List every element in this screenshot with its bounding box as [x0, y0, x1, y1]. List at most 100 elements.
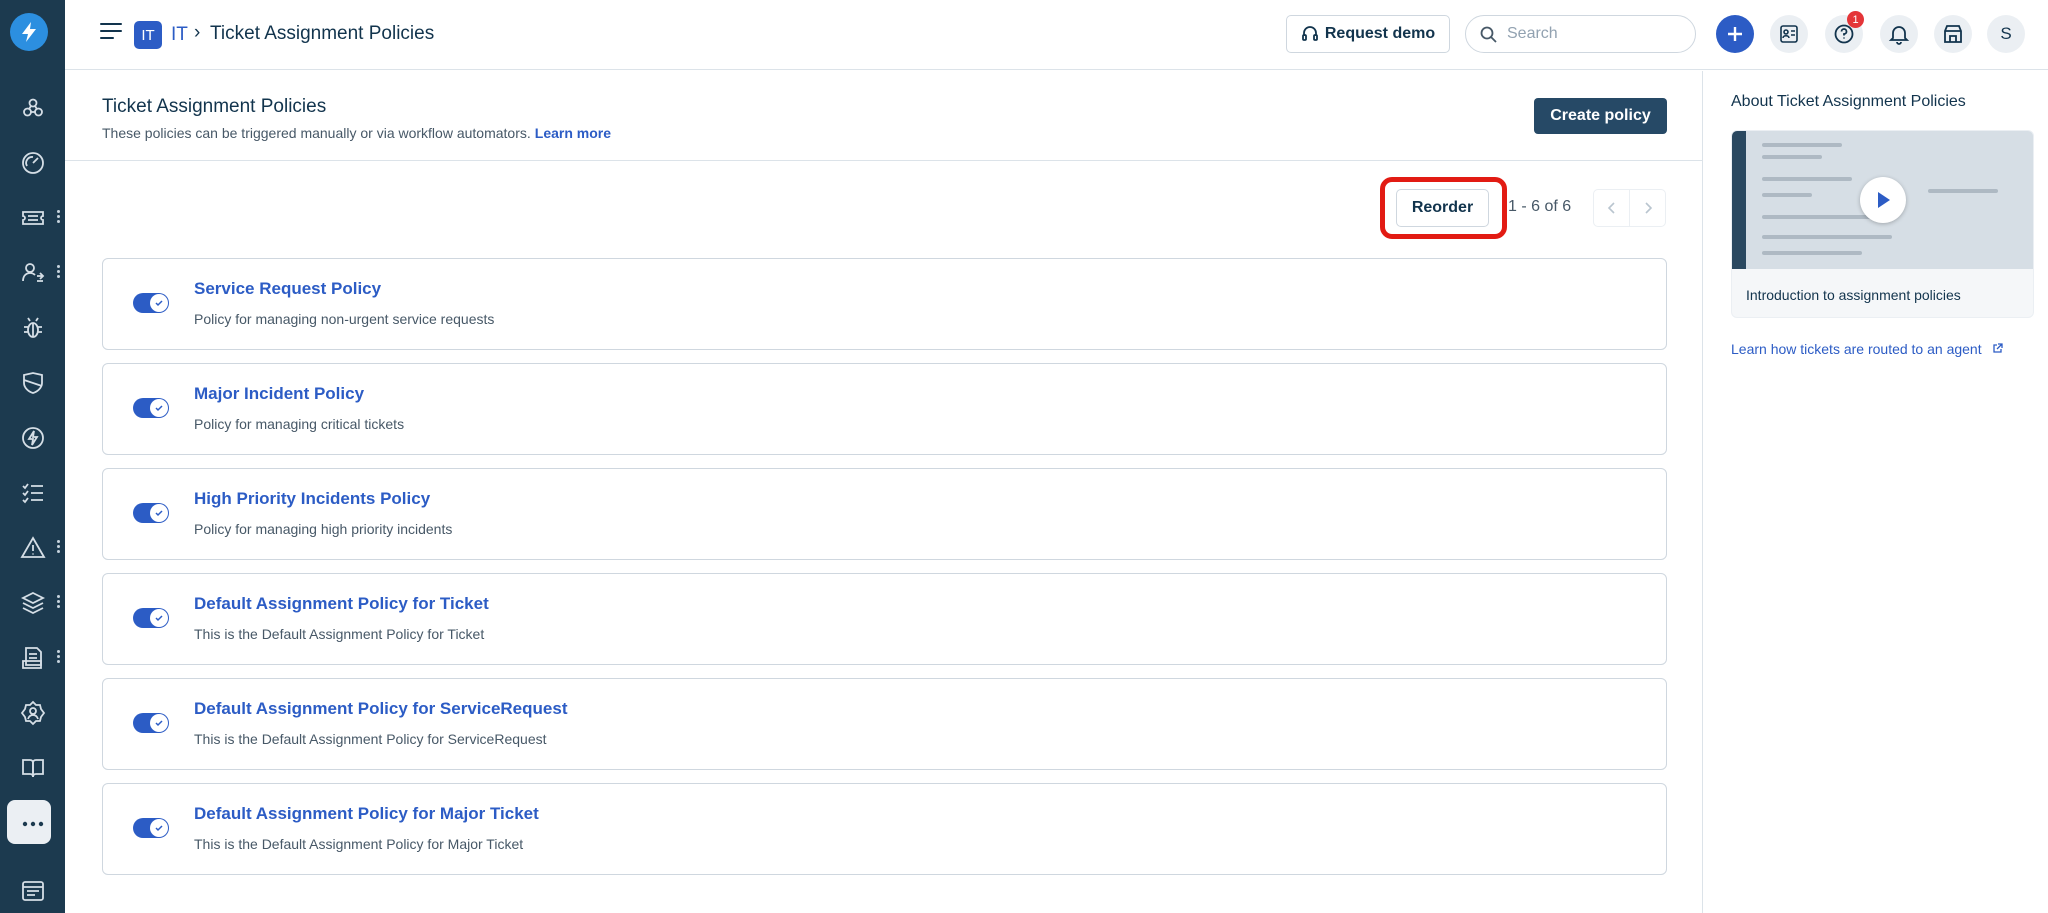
policy-title-link[interactable]: Default Assignment Policy for Major Tick… — [194, 804, 539, 824]
toggle-knob — [150, 504, 168, 522]
check-icon — [155, 720, 163, 727]
request-demo-label: Request demo — [1324, 25, 1436, 42]
policy-title-link[interactable]: Default Assignment Policy for Ticket — [194, 594, 489, 614]
more-options-icon[interactable] — [57, 538, 61, 555]
shield-icon — [22, 372, 43, 394]
policy-title-link[interactable]: Default Assignment Policy for ServiceReq… — [194, 699, 567, 719]
network-icon — [22, 98, 43, 117]
gear-person-icon — [20, 700, 45, 726]
policy-enabled-toggle[interactable] — [133, 293, 169, 313]
rail-item-admin[interactable] — [0, 691, 65, 735]
more-options-icon[interactable] — [57, 593, 61, 610]
layers-icon — [20, 591, 45, 615]
policy-enabled-toggle[interactable] — [133, 713, 169, 733]
external-link-icon — [1992, 343, 2003, 353]
routing-help-link[interactable]: Learn how tickets are routed to an agent — [1731, 341, 2003, 357]
search-icon — [1480, 26, 1497, 43]
more-options-icon[interactable] — [57, 648, 61, 665]
rail-item-dashboard[interactable] — [0, 86, 65, 130]
catalog-icon — [21, 881, 44, 901]
policy-enabled-toggle[interactable] — [133, 503, 169, 523]
rail-item-changes[interactable] — [0, 361, 65, 405]
intro-video-card[interactable]: Introduction to assignment policies — [1731, 130, 2034, 318]
help-button[interactable]: 1 — [1825, 11, 1864, 53]
rail-item-tasks[interactable] — [0, 471, 65, 515]
new-item-button[interactable] — [1716, 15, 1754, 53]
toggle-knob — [150, 819, 168, 837]
rail-item-solutions[interactable] — [0, 746, 65, 790]
policy-enabled-toggle[interactable] — [133, 818, 169, 838]
more-options-icon[interactable] — [57, 208, 61, 225]
policy-card[interactable]: Default Assignment Policy for ServiceReq… — [102, 678, 1667, 770]
policy-card[interactable]: High Priority Incidents Policy Policy for… — [102, 468, 1667, 560]
ticket-icon — [21, 211, 44, 225]
user-avatar[interactable]: S — [1987, 15, 2025, 53]
policy-description: This is the Default Assignment Policy fo… — [194, 836, 524, 852]
check-icon — [155, 510, 163, 517]
video-caption: Introduction to assignment policies — [1746, 287, 1961, 303]
toggle-knob — [150, 294, 168, 312]
global-search[interactable] — [1465, 15, 1696, 53]
rail-item-users[interactable] — [0, 251, 65, 295]
rail-item-reports[interactable] — [0, 636, 65, 680]
check-icon — [155, 615, 163, 622]
previous-page-button[interactable] — [1593, 189, 1630, 227]
check-icon — [155, 825, 163, 832]
rail-item-tickets[interactable] — [0, 196, 65, 240]
rail-item-more[interactable] — [0, 800, 65, 846]
page-description-text: These policies can be triggered manually… — [102, 125, 531, 141]
rail-item-releases[interactable] — [0, 416, 65, 460]
breadcrumb-separator-icon: › — [194, 22, 201, 43]
check-icon — [155, 300, 163, 307]
toggle-knob — [150, 399, 168, 417]
policy-title-link[interactable]: High Priority Incidents Policy — [194, 489, 430, 509]
headset-icon — [1301, 26, 1318, 41]
policy-card[interactable]: Default Assignment Policy for Ticket This… — [102, 573, 1667, 665]
next-page-button[interactable] — [1629, 189, 1666, 227]
policy-enabled-toggle[interactable] — [133, 608, 169, 628]
breadcrumb-current: Ticket Assignment Policies — [210, 23, 435, 44]
search-input[interactable] — [1507, 25, 1677, 43]
policy-description: Policy for managing critical tickets — [194, 416, 405, 432]
rail-item-assets[interactable] — [0, 581, 65, 625]
notifications-button[interactable] — [1880, 15, 1918, 53]
gauge-icon — [21, 152, 44, 174]
policy-description: This is the Default Assignment Policy fo… — [194, 731, 547, 747]
policy-card[interactable]: Service Request Policy Policy for managin… — [102, 258, 1667, 350]
policy-description: This is the Default Assignment Policy fo… — [194, 626, 485, 642]
book-icon — [21, 759, 44, 778]
freshservice-logo[interactable] — [10, 13, 48, 51]
about-panel: About Ticket Assignment Policies Introdu… — [1702, 71, 2048, 913]
rail-item-catalog[interactable] — [0, 869, 65, 913]
menu-toggle-icon[interactable] — [100, 23, 122, 44]
rail-item-gauge[interactable] — [0, 141, 65, 185]
contacts-button[interactable] — [1770, 15, 1808, 53]
policy-description: Policy for managing non-urgent service r… — [194, 311, 495, 327]
pagination-summary: 1 - 6 of 6 — [1508, 198, 1572, 215]
breadcrumb-workspace-link[interactable]: IT — [171, 24, 188, 46]
policy-card[interactable]: Default Assignment Policy for Major Tick… — [102, 783, 1667, 875]
bell-icon — [1888, 26, 1910, 45]
create-policy-button[interactable]: Create policy — [1534, 98, 1667, 134]
toggle-knob — [150, 714, 168, 732]
learn-more-link[interactable]: Learn more — [535, 125, 611, 141]
policy-title-link[interactable]: Major Incident Policy — [194, 384, 364, 404]
toggle-knob — [150, 609, 168, 627]
left-nav-rail — [0, 0, 65, 913]
top-header: IT IT › Ticket Assignment Policies Reque… — [65, 0, 2048, 70]
user-switch-icon — [21, 263, 44, 282]
rail-item-alerts[interactable] — [0, 526, 65, 570]
policy-title-link[interactable]: Service Request Policy — [194, 279, 381, 299]
marketplace-button[interactable] — [1934, 15, 1972, 53]
reorder-button[interactable]: Reorder — [1396, 189, 1489, 227]
policy-enabled-toggle[interactable] — [133, 398, 169, 418]
more-options-icon[interactable] — [57, 263, 61, 280]
chevron-left-icon — [1607, 202, 1615, 214]
lightning-icon — [21, 427, 44, 449]
rail-item-problems[interactable] — [0, 306, 65, 350]
play-video-button[interactable] — [1860, 177, 1906, 223]
request-demo-button[interactable]: Request demo — [1286, 15, 1450, 53]
main-content: Ticket Assignment Policies These policie… — [65, 71, 1702, 913]
workspace-badge[interactable]: IT — [134, 21, 162, 49]
policy-card[interactable]: Major Incident Policy Policy for managing… — [102, 363, 1667, 455]
